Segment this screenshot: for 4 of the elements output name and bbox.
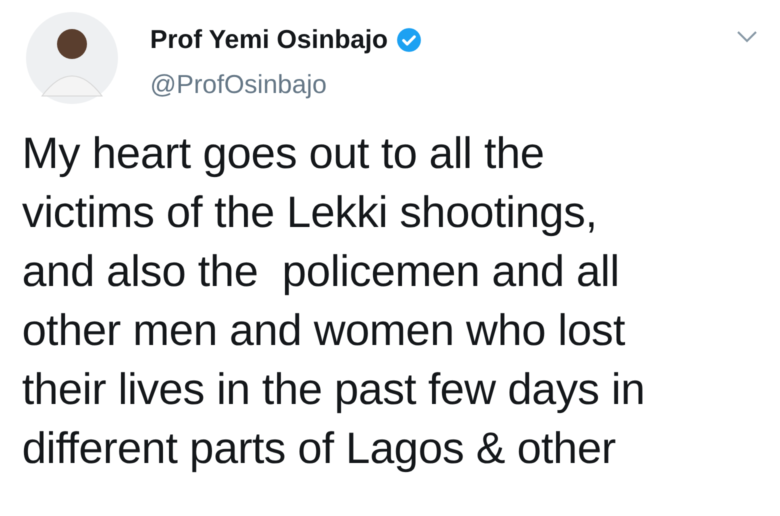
chevron-down-icon[interactable]: [736, 30, 758, 44]
tweet-text: My heart goes out to all the victims of the Lekki shootings, and also the policemen and all other men and women who lost their lives in the past few days in different parts of Lagos & other: [22, 128, 646, 475]
author-name: Prof Yemi Osinbajo: [150, 24, 388, 55]
author-handle: @ProfOsinbajo: [150, 69, 328, 100]
